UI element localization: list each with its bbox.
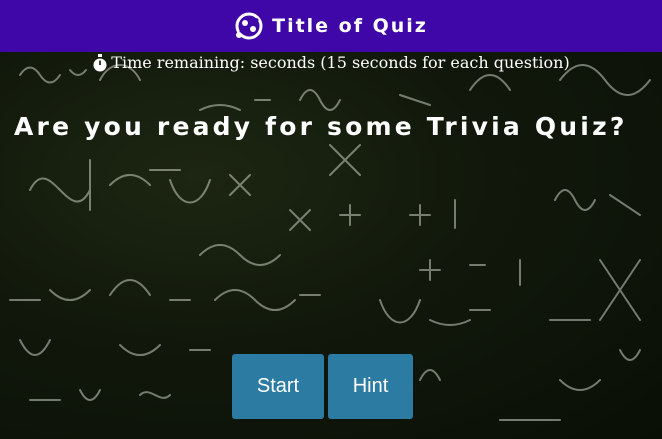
timer: Time remaining: seconds (15 seconds for … xyxy=(0,53,662,72)
timer-text: Time remaining: seconds (15 seconds for … xyxy=(111,53,570,72)
quiz-title: Title of Quiz xyxy=(272,15,428,37)
quiz-logo-icon xyxy=(234,11,264,41)
quiz-headline: Are you ready for some Trivia Quiz? xyxy=(14,112,628,141)
stopwatch-icon xyxy=(92,53,108,72)
brand[interactable]: Title of Quiz xyxy=(234,11,428,41)
start-button[interactable]: Start xyxy=(232,354,324,419)
top-navbar: Title of Quiz xyxy=(0,0,662,52)
hint-button[interactable]: Hint xyxy=(328,354,413,419)
action-buttons: Start Hint xyxy=(232,354,413,419)
